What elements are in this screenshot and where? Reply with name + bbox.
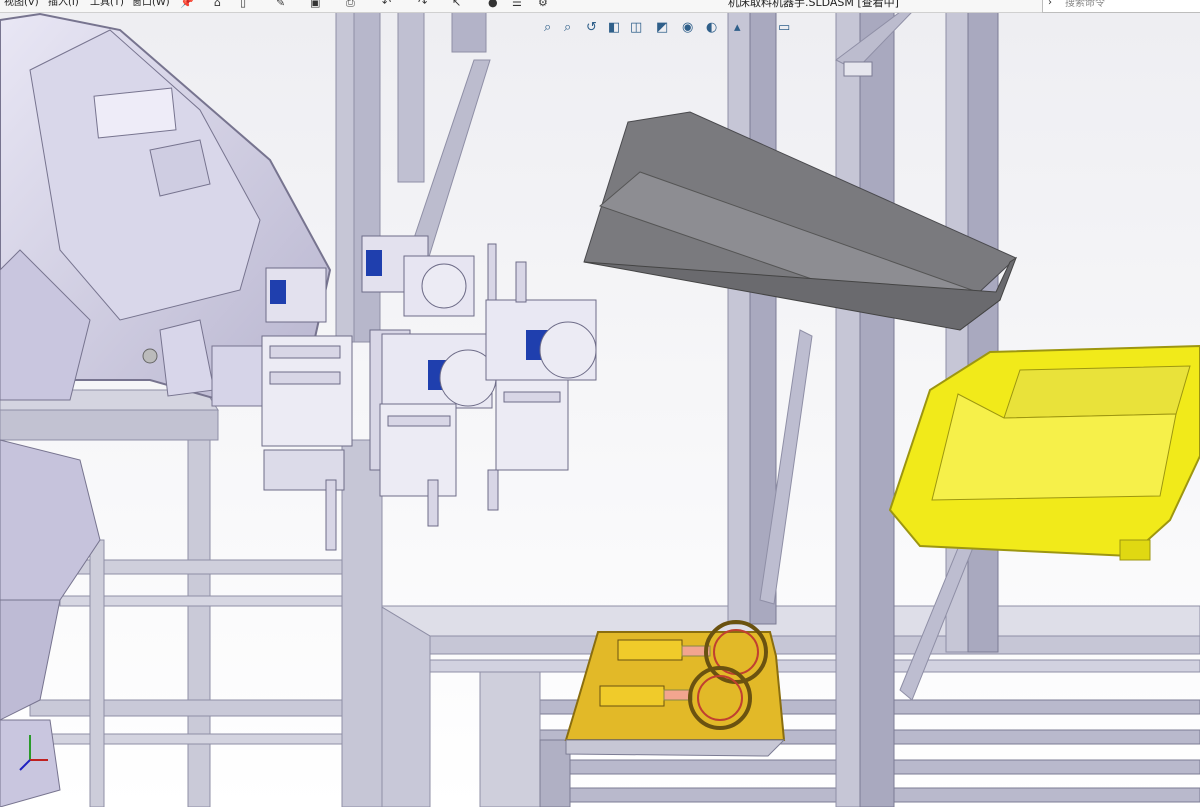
display-settings-icon[interactable]: ▭	[778, 20, 790, 35]
section-view-icon[interactable]: ◧	[608, 20, 620, 35]
display-style-icon[interactable]: ◩	[656, 20, 668, 35]
search-placeholder: 搜索命令	[1065, 0, 1105, 9]
options-list-icon[interactable]: ☰	[512, 0, 522, 9]
open-icon[interactable]: ✎	[276, 0, 285, 9]
hide-show-icon[interactable]: ◉	[682, 20, 693, 35]
settings-icon[interactable]: ⚙	[538, 0, 548, 9]
redo-icon[interactable]: ↷	[418, 0, 427, 9]
previous-view-icon[interactable]: ↺	[586, 20, 597, 35]
zoom-to-fit-icon[interactable]: ⌕	[544, 20, 551, 35]
select-icon[interactable]: ↖	[452, 0, 461, 9]
print-icon[interactable]: ⎙	[346, 0, 355, 9]
scene-icon[interactable]: ▴	[734, 20, 741, 35]
menu-insert[interactable]: 插入(I)	[48, 0, 79, 9]
menu-view[interactable]: 视图(V)	[4, 0, 39, 9]
menu-bar: 视图(V) 插入(I) 工具(T) 窗口(W) 📌 ⌂ ▯ ✎ ▣ ⎙ ↶ ↷ …	[0, 0, 1200, 13]
view-orientation-icon[interactable]: ◫	[630, 20, 642, 35]
home-icon[interactable]: ⌂	[214, 0, 221, 9]
command-prompt-icon: ›	[1048, 0, 1052, 8]
save-icon[interactable]: ▣	[310, 0, 320, 9]
undo-icon[interactable]: ↶	[382, 0, 391, 9]
document-title: 机床取料机器手.SLDASM [查看中]	[728, 0, 899, 9]
menu-tools[interactable]: 工具(T)	[90, 0, 124, 9]
rebuild-icon[interactable]: ●	[488, 0, 498, 9]
graphics-area[interactable]	[0, 0, 1200, 807]
menu-window[interactable]: 窗口(W)	[132, 0, 170, 9]
search-commands-input[interactable]: › 搜索命令	[1042, 0, 1200, 13]
workpiece-fixture	[564, 620, 786, 757]
appearance-icon[interactable]: ◐	[706, 20, 717, 35]
zoom-area-icon[interactable]: ⌕	[564, 20, 571, 35]
new-doc-icon[interactable]: ▯	[240, 0, 246, 9]
pin-icon[interactable]: 📌	[180, 0, 194, 9]
